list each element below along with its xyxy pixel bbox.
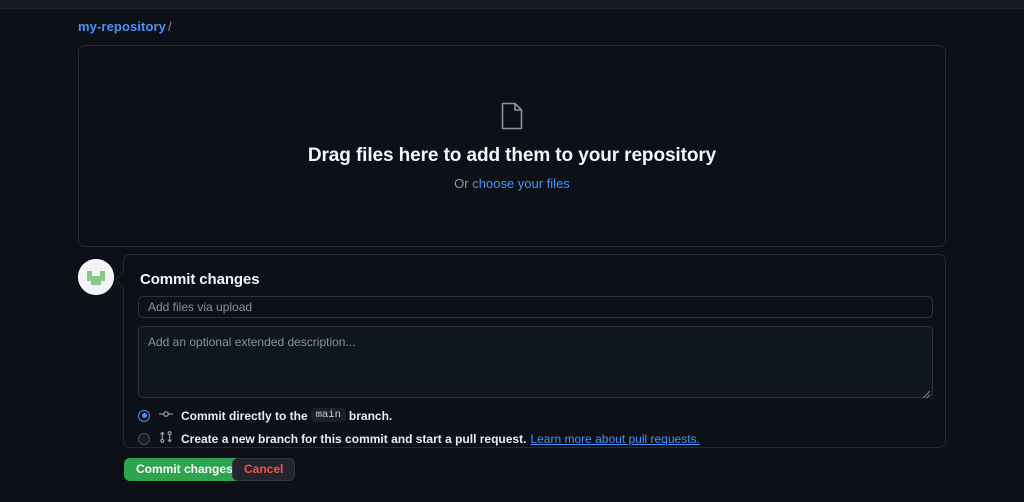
git-pull-request-icon: [159, 430, 173, 447]
commit-option-direct[interactable]: Commit directly to the main branch.: [138, 407, 392, 424]
radio-create-new-branch[interactable]: [138, 432, 150, 445]
commit-box-caret: [116, 271, 125, 289]
new-branch-text-after: for this commit and start a pull request…: [301, 431, 527, 446]
commit-option-new-branch[interactable]: Create a new branch for this commit and …: [138, 430, 700, 447]
commit-direct-text: Commit directly to the: [181, 408, 308, 423]
commit-changes-box: Commit changes Commit directly to the ma…: [115, 254, 946, 448]
breadcrumb-repo-link[interactable]: my-repository: [78, 19, 166, 34]
commit-description-input[interactable]: [138, 326, 933, 398]
breadcrumb: my-repository /: [78, 19, 172, 35]
file-dropzone[interactable]: Drag files here to add them to your repo…: [78, 45, 946, 247]
commit-changes-button[interactable]: Commit changes: [124, 458, 245, 481]
commit-heading: Commit changes: [140, 271, 260, 288]
new-branch-text-before: Create a: [181, 431, 229, 446]
file-icon: [500, 102, 524, 130]
user-avatar: [78, 259, 114, 295]
cancel-button[interactable]: Cancel: [232, 458, 296, 481]
git-commit-icon: [159, 407, 173, 424]
pull-request-learn-more-link[interactable]: Learn more about pull requests.: [530, 432, 699, 446]
commit-message-input[interactable]: [138, 296, 933, 318]
new-branch-emphasis: new branch: [231, 431, 299, 446]
dropzone-or-text: Or: [454, 175, 469, 191]
radio-commit-directly[interactable]: [138, 409, 150, 422]
top-chrome-strip: [0, 0, 1024, 9]
upload-files-page: my-repository / Drag files here to add th…: [0, 0, 1024, 502]
dropzone-title: Drag files here to add them to your repo…: [307, 144, 717, 166]
branch-name-badge: main: [310, 408, 346, 422]
breadcrumb-separator: /: [168, 19, 172, 34]
commit-direct-text-after: branch.: [348, 408, 393, 423]
choose-files-link[interactable]: choose your files: [472, 176, 570, 191]
dropzone-subtitle: Or choose your files: [454, 176, 570, 191]
